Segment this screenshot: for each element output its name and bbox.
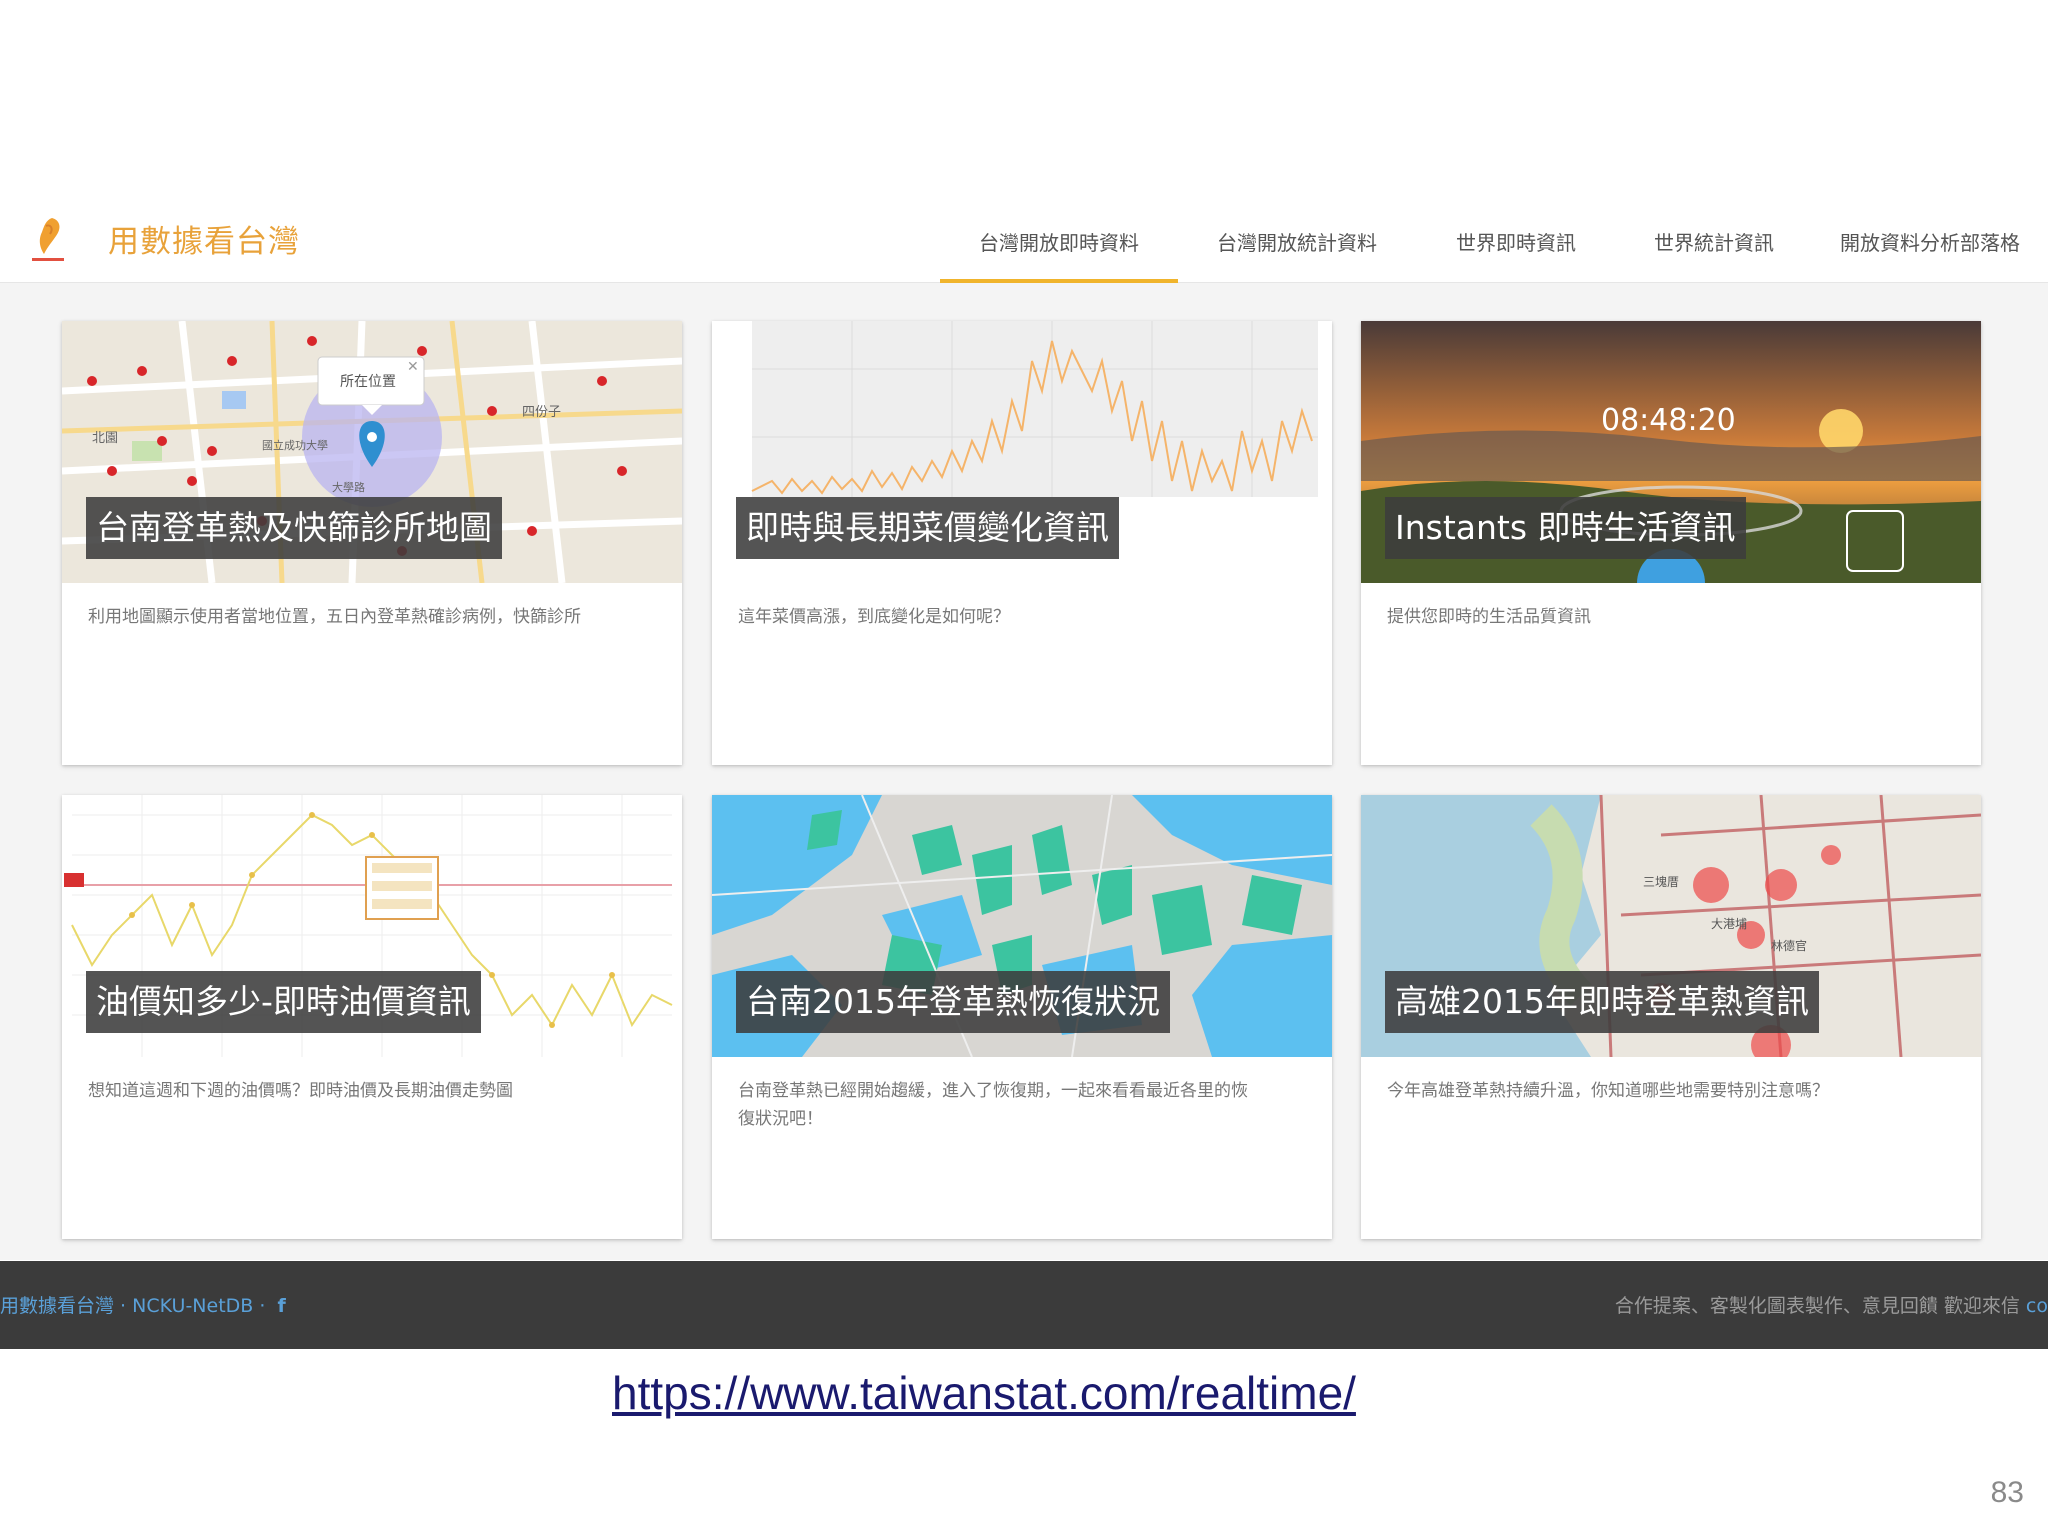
footer-contact: 合作提案、客製化圖表製作、意見回饋 歡迎來信 co — [1615, 1291, 2048, 1318]
card-vegetable-prices[interactable]: 即時與長期菜價變化資訊 這年菜價高漲，到底變化是如何呢？ — [712, 321, 1332, 765]
footer-contact-link[interactable]: co — [2026, 1295, 2048, 1317]
main-nav: 台灣開放即時資料 台灣開放統計資料 世界即時資訊 世界統計資訊 開放資料分析部落… — [940, 200, 2048, 283]
taiwan-logo-icon[interactable] — [26, 214, 70, 264]
site-footer: 用數據看台灣 · NCKU-NetDB · f 合作提案、客製化圖表製作、意見回… — [0, 1261, 2048, 1349]
map-label: 國立成功大學 — [262, 439, 328, 452]
card-tainan-dengue-map[interactable]: 所在位置 ✕ 北園 四份子 國立成功大學 大學路 台南登革熱及快篩診所地圖 利用… — [62, 321, 682, 765]
site-title[interactable]: 用數據看台灣 — [108, 216, 300, 261]
map-label: 四份子 — [522, 405, 562, 420]
map-label: 三塊厝 — [1643, 875, 1680, 889]
card-tainan-recovery[interactable]: 台南2015年登革熱恢復狀況 台南登革熱已經開始趨緩，進入了恢復期，一起來看看最… — [712, 795, 1332, 1239]
card-instants-life-info[interactable]: 08:48:20 Instants 即時生活資訊 提供您即時的生活品質資訊 — [1361, 321, 1981, 765]
card-kaohsiung-dengue[interactable]: 三塊厝 大港埔 林德官 高雄2015年即時登革熱資訊 今年高雄登革熱持續升溫，你… — [1361, 795, 1981, 1239]
popup-close-icon[interactable]: ✕ — [407, 359, 419, 375]
card-title[interactable]: Instants 即時生活資訊 — [1385, 497, 1746, 559]
card-description: 利用地圖顯示使用者當地位置，五日內登革熱確診病例，快篩診所 — [88, 607, 581, 627]
nav-tab-realtime[interactable]: 台灣開放即時資料 — [940, 200, 1178, 283]
card-title[interactable]: 油價知多少-即時油價資訊 — [86, 971, 481, 1033]
nav-tab-world-realtime[interactable]: 世界即時資訊 — [1416, 200, 1616, 282]
site-header: 用數據看台灣 台灣開放即時資料 台灣開放統計資料 世界即時資訊 世界統計資訊 開… — [0, 200, 2048, 283]
clock-display: 08:48:20 — [1601, 403, 1736, 438]
card-grid: 所在位置 ✕ 北園 四份子 國立成功大學 大學路 台南登革熱及快篩診所地圖 利用… — [0, 283, 2048, 1260]
card-description: 這年菜價高漲，到底變化是如何呢？ — [738, 607, 1010, 627]
footer-credits-text[interactable]: 用數據看台灣 · NCKU-NetDB · — [0, 1295, 265, 1317]
card-description: 想知道這週和下週的油價嗎？即時油價及長期油價走勢圖 — [88, 1081, 513, 1101]
nav-tab-blog[interactable]: 開放資料分析部落格 — [1812, 200, 2048, 282]
card-description: 今年高雄登革熱持續升溫，你知道哪些地需要特別注意嗎？ — [1387, 1081, 1829, 1101]
facebook-icon[interactable]: f — [277, 1295, 285, 1317]
card-title[interactable]: 台南登革熱及快篩診所地圖 — [86, 497, 502, 559]
slide-url-link[interactable]: https://www.taiwanstat.com/realtime/ — [612, 1366, 1356, 1420]
card-description: 台南登革熱已經開始趨緩，進入了恢復期，一起來看看最近各里的恢復狀況吧！ — [738, 1081, 1248, 1129]
card-oil-prices[interactable]: 油價知多少-即時油價資訊 想知道這週和下週的油價嗎？即時油價及長期油價走勢圖 — [62, 795, 682, 1239]
footer-credits[interactable]: 用數據看台灣 · NCKU-NetDB · f — [0, 1291, 286, 1318]
nav-tab-statistics[interactable]: 台灣開放統計資料 — [1178, 200, 1416, 282]
card-title[interactable]: 高雄2015年即時登革熱資訊 — [1385, 971, 1819, 1033]
card-title[interactable]: 即時與長期菜價變化資訊 — [736, 497, 1119, 559]
card-title[interactable]: 台南2015年登革熱恢復狀況 — [736, 971, 1170, 1033]
footer-contact-text: 合作提案、客製化圖表製作、意見回饋 歡迎來信 — [1614, 1295, 2020, 1317]
map-label: 大學路 — [332, 481, 365, 494]
map-label: 北園 — [92, 431, 119, 446]
card-description: 提供您即時的生活品質資訊 — [1387, 607, 1591, 627]
map-label: 大港埔 — [1711, 917, 1748, 931]
map-label: 林德官 — [1771, 939, 1808, 953]
location-popup-label: 所在位置 — [340, 374, 396, 390]
nav-tab-world-statistics[interactable]: 世界統計資訊 — [1616, 200, 1812, 282]
slide-page-number: 83 — [1990, 1476, 2024, 1509]
